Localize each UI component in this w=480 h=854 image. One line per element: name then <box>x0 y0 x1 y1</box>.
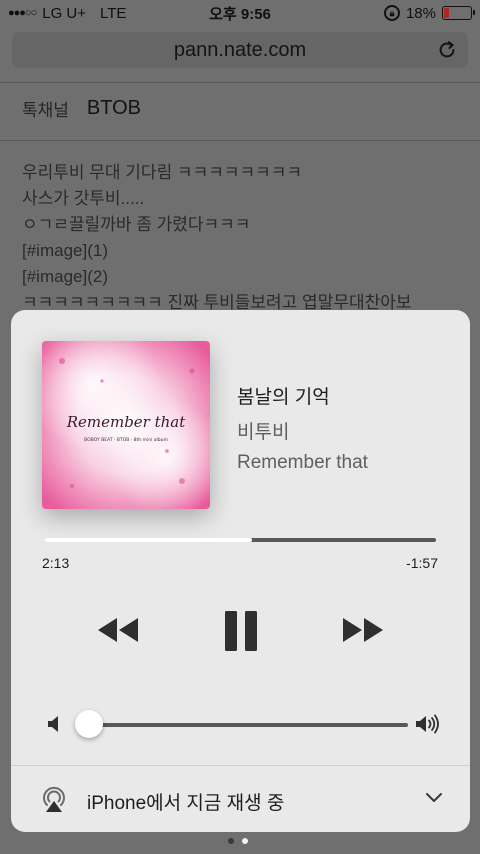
orientation-lock-icon: 🔒︎ <box>383 5 400 21</box>
elapsed-time: 2:13 <box>42 555 70 571</box>
volume-slider-thumb[interactable] <box>75 710 103 738</box>
fast-forward-icon <box>343 618 383 642</box>
fast-forward-button[interactable] <box>341 616 385 644</box>
address-bar[interactable]: pann.nate.com <box>12 32 468 68</box>
track-info: 봄날의 기억 비투비 Remember that <box>237 382 368 474</box>
page-dot-active <box>242 838 248 844</box>
network-type: LTE <box>100 4 127 22</box>
channel-label: 톡채널 <box>22 101 69 120</box>
url-text: pann.nate.com <box>173 38 307 61</box>
airplay-output-row[interactable]: iPhone에서 지금 재생 중 <box>11 766 470 832</box>
battery-icon <box>442 6 475 20</box>
playback-scrubber[interactable] <box>44 538 436 542</box>
rewind-button[interactable] <box>96 616 140 644</box>
now-playing-card: Remember that BOBOY BEAT · BTOB · 8th mi… <box>11 310 470 832</box>
album-artwork[interactable]: Remember that BOBOY BEAT · BTOB · 8th mi… <box>42 341 210 509</box>
track-album: Remember that <box>237 452 368 473</box>
volume-slider[interactable] <box>88 723 408 727</box>
divider <box>0 82 480 83</box>
artwork-title: Remember that <box>66 413 187 431</box>
signal-dots-icon: ●●●○○ <box>8 7 37 19</box>
artwork-subtitle: BOBOY BEAT · BTOB · 8th mini album <box>84 437 168 443</box>
post-line: 우리투비 무대 기다림 ㅋㅋㅋㅋㅋㅋㅋㅋ <box>22 163 303 182</box>
volume-low-icon <box>48 716 58 732</box>
battery-level-fill <box>444 8 449 18</box>
airplay-output-label: iPhone에서 지금 재생 중 <box>87 793 285 814</box>
remaining-time: -1:57 <box>406 555 438 571</box>
playback-progress-fill <box>44 538 252 542</box>
post-body: 우리투비 무대 기다림 ㅋㅋㅋㅋㅋㅋㅋㅋ 사스가 갓투비..... ㅇㄱㄹ끌릴까… <box>22 160 462 316</box>
pause-button[interactable] <box>223 610 259 652</box>
battery-percent: 18% <box>405 4 436 22</box>
pause-icon <box>225 611 257 651</box>
track-title: 봄날의 기억 <box>237 387 330 408</box>
airplay-icon <box>43 786 65 812</box>
reload-icon[interactable] <box>436 39 458 61</box>
status-bar: ●●●○○ LG U+ LTE 오후 9:56 🔒︎ 18% <box>0 0 480 26</box>
post-line: [#image](1) <box>22 241 108 260</box>
channel-row: 톡채널 BTOB <box>22 96 141 121</box>
divider <box>0 140 480 141</box>
volume-high-icon <box>416 714 439 734</box>
carrier-name: LG U+ <box>42 4 87 22</box>
post-line: [#image](2) <box>22 267 108 286</box>
post-line: 사스가 갓투비..... <box>22 189 145 208</box>
track-artist: 비투비 <box>237 422 290 443</box>
channel-value[interactable]: BTOB <box>87 97 141 120</box>
page-indicator <box>228 838 248 844</box>
chevron-down-icon[interactable] <box>425 792 443 804</box>
page-dot <box>228 838 234 844</box>
rewind-icon <box>98 618 138 642</box>
post-line: ㅇㄱㄹ끌릴까바 좀 가렸다ㅋㅋㅋ <box>22 215 251 234</box>
